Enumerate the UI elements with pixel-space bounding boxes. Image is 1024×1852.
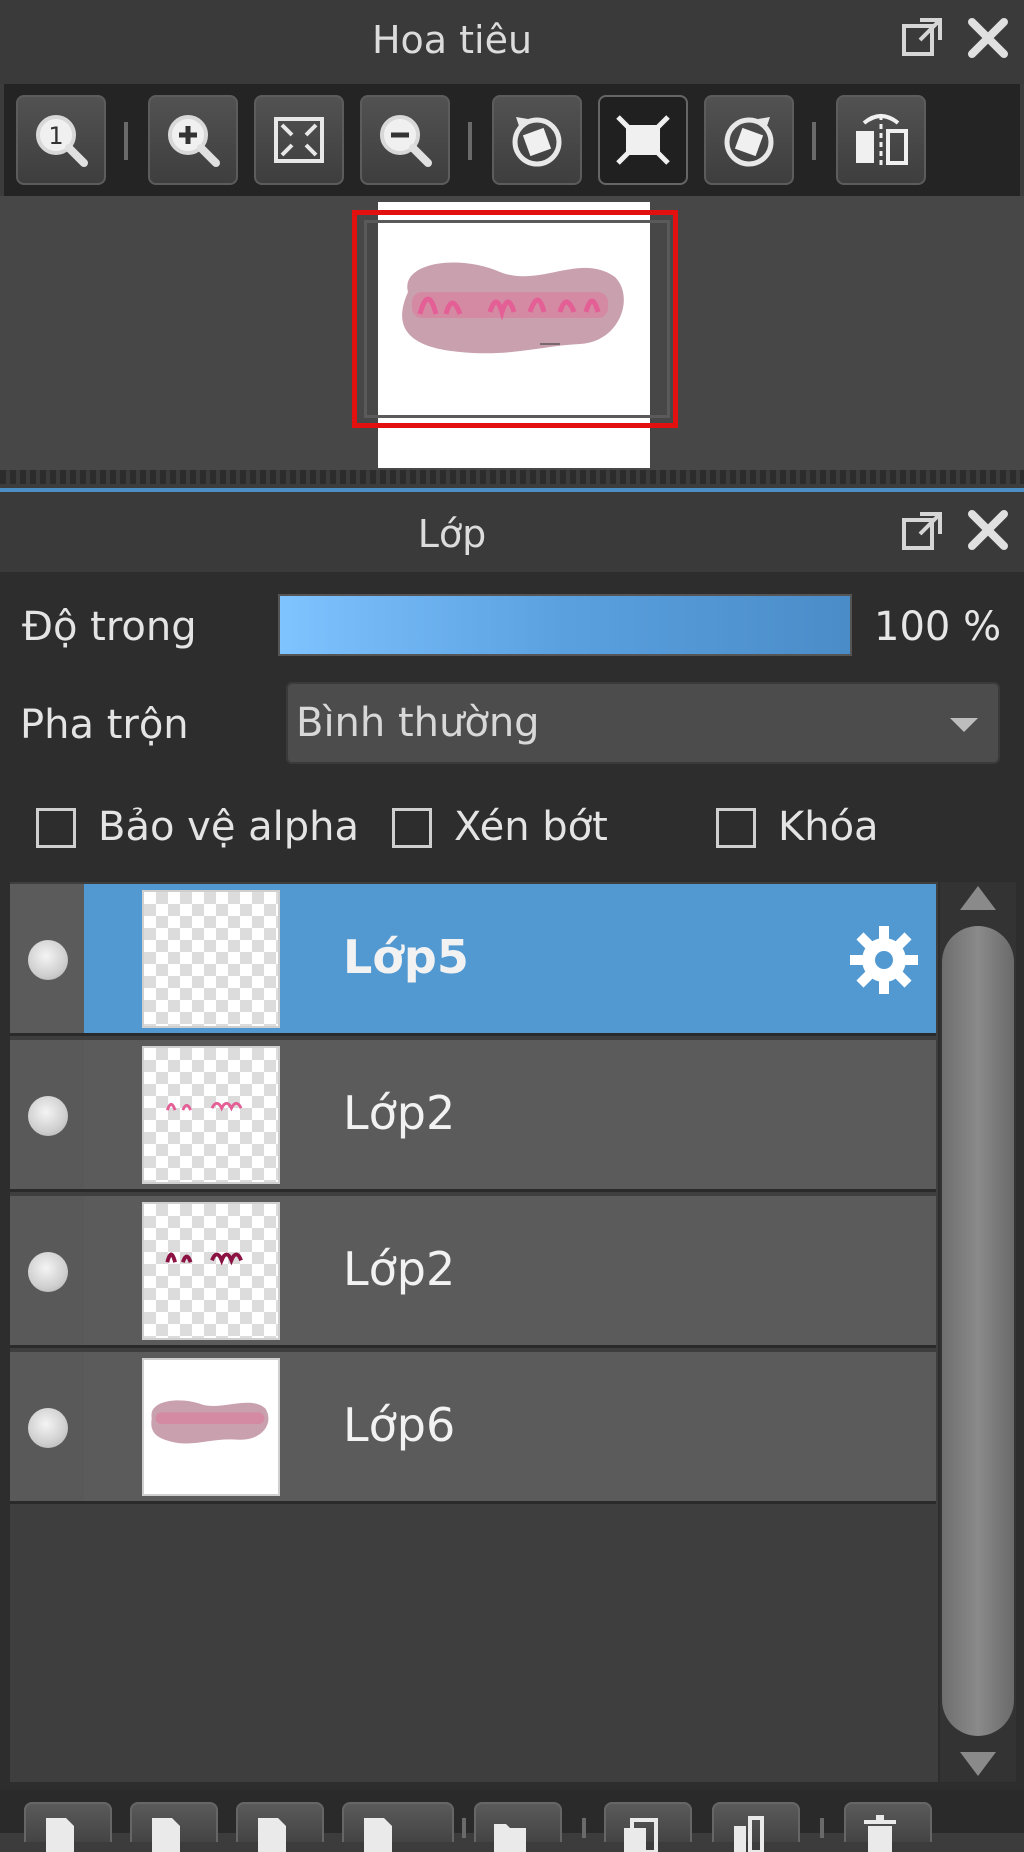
zoom-in-icon [168, 115, 220, 167]
zoom-in-button[interactable] [148, 95, 238, 185]
lock-checkbox[interactable] [716, 808, 756, 848]
close-icon[interactable] [966, 16, 1010, 60]
new-8bit-layer-button[interactable] [130, 1802, 218, 1852]
toolbar-separator [582, 1818, 586, 1838]
lock-label: Khóa [778, 804, 879, 850]
popout-icon[interactable] [900, 510, 944, 554]
layer-name: Lớp5 [343, 930, 469, 984]
svg-text:1: 1 [48, 122, 63, 150]
visibility-toggle-icon[interactable] [28, 1096, 68, 1136]
new-layer-icon [364, 1818, 392, 1852]
toolbar-separator [124, 122, 128, 160]
gear-icon[interactable] [846, 922, 922, 998]
layer-row[interactable]: Lớp2 [10, 1196, 936, 1348]
rotate-left-button[interactable] [492, 95, 582, 185]
visibility-toggle-icon[interactable] [28, 1408, 68, 1448]
folder-icon [494, 1824, 526, 1852]
new-layer-icon [46, 1818, 74, 1852]
rotate-right-button[interactable] [704, 95, 794, 185]
layer-row[interactable]: Lớp2 [10, 1040, 936, 1192]
zoom-out-button[interactable] [360, 95, 450, 185]
opacity-slider[interactable] [278, 594, 852, 656]
new-folder-button[interactable] [474, 1802, 562, 1852]
merge-down-button[interactable] [712, 1802, 800, 1852]
layer-name: Lớp6 [343, 1398, 456, 1452]
new-layer-icon [258, 1818, 286, 1852]
protect-alpha-checkbox[interactable] [36, 808, 76, 848]
scroll-up-icon[interactable] [960, 886, 996, 910]
layer-name: Lớp2 [343, 1086, 456, 1140]
delete-layer-button[interactable] [844, 1802, 932, 1852]
chevron-down-icon [950, 718, 978, 732]
thumbnail-artwork [165, 1101, 243, 1112]
popout-icon[interactable] [900, 16, 944, 60]
fit-to-window-button[interactable] [254, 95, 344, 185]
toolbar-separator [468, 122, 472, 160]
thumbnail-artwork [165, 1252, 243, 1266]
blend-mode-select[interactable]: Bình thường [286, 682, 1000, 764]
visibility-toggle-icon[interactable] [28, 1252, 68, 1292]
scroll-down-icon[interactable] [960, 1752, 996, 1776]
thumbnail-artwork [151, 1400, 269, 1444]
duplicate-layer-button[interactable] [604, 1802, 692, 1852]
new-1bit-layer-button[interactable] [236, 1802, 324, 1852]
toolbar-separator [820, 1818, 824, 1838]
clipping-checkbox[interactable] [392, 808, 432, 848]
trash-icon [864, 1815, 896, 1852]
layer-name: Lớp2 [343, 1242, 456, 1296]
fit-screen-icon [274, 117, 324, 163]
zoom-1to1-button[interactable]: 1 [16, 95, 106, 185]
visibility-toggle-icon[interactable] [28, 940, 68, 980]
toolbar-separator [812, 122, 816, 160]
layer-thumbnail [142, 1358, 280, 1496]
flip-horizontal-icon [856, 114, 908, 167]
duplicate-icon [624, 1818, 658, 1852]
protect-alpha-label: Bảo vệ alpha [98, 804, 360, 850]
viewport-frame[interactable] [352, 210, 678, 428]
scroll-thumb[interactable] [942, 926, 1014, 1736]
navigator-title: Hoa tiêu [371, 18, 533, 62]
zoom-out-icon [380, 115, 432, 167]
close-icon[interactable] [966, 508, 1010, 552]
layer-thumbnail [142, 1046, 280, 1184]
new-color-layer-button[interactable] [24, 1802, 112, 1852]
flip-horizontal-button[interactable] [836, 95, 926, 185]
opacity-value: 100 % [874, 604, 1002, 650]
rotate-left-icon [512, 117, 562, 167]
new-halftone-layer-button[interactable] [342, 1802, 454, 1852]
layers-title: Lớp [417, 512, 487, 556]
layer-row[interactable]: Lớp6 [10, 1352, 936, 1504]
layer-thumbnail [142, 890, 280, 1028]
opacity-label: Độ trong [22, 604, 197, 650]
layer-thumbnail [142, 1202, 280, 1340]
new-layer-icon [152, 1818, 180, 1852]
layer-row[interactable]: Lớp5 [10, 884, 936, 1036]
reset-rotation-button[interactable] [598, 95, 688, 185]
zoom-1to1-icon: 1 [36, 115, 88, 167]
panel-splitter[interactable] [0, 470, 1024, 484]
clipping-label: Xén bớt [454, 804, 608, 850]
reset-rotation-icon [616, 115, 670, 165]
merge-icon [734, 1816, 764, 1852]
blend-label: Pha trộn [20, 702, 189, 748]
rotate-right-icon [724, 117, 774, 167]
toolbar-separator [462, 1818, 466, 1838]
blend-mode-value: Bình thường [296, 700, 540, 746]
